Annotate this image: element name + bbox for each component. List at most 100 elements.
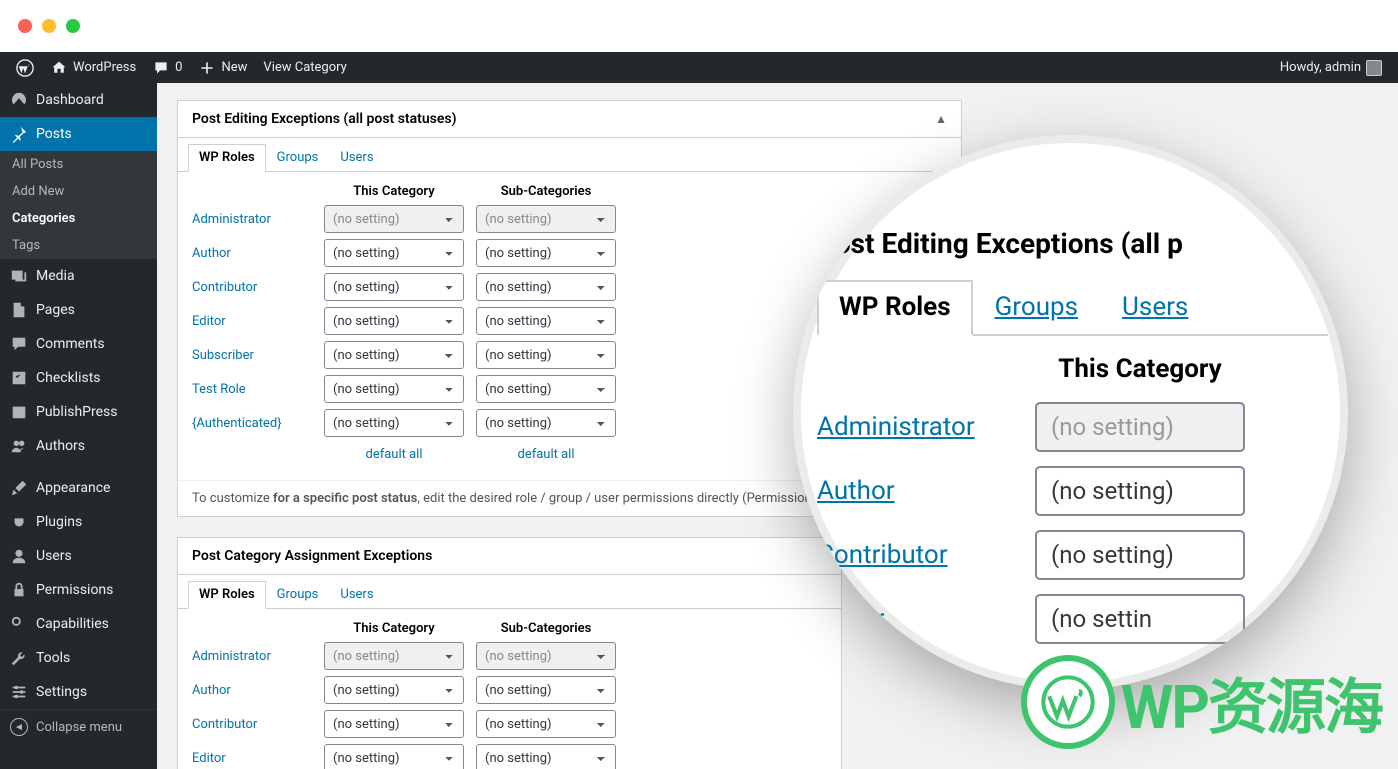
role-link-authenticated[interactable]: {Authenticated} [192, 416, 312, 431]
maximize-window-button[interactable] [66, 19, 80, 33]
submenu-all-posts[interactable]: All Posts [0, 151, 157, 178]
role-link-administrator[interactable]: Administrator [192, 649, 312, 664]
comments-count: 0 [175, 60, 182, 75]
select-this-category[interactable]: (no setting) [324, 375, 464, 403]
select-this-category[interactable]: (no setting) [324, 642, 464, 670]
select-this-category[interactable]: (no setting) [324, 409, 464, 437]
select-sub-categories[interactable]: (no setting) [476, 375, 616, 403]
panel-title: Post Editing Exceptions (all post status… [192, 111, 457, 127]
role-link-subscriber[interactable]: Subscriber [192, 348, 312, 363]
select-sub-categories[interactable]: (no setting) [476, 676, 616, 704]
panel-title: Post Category Assignment Exceptions [192, 548, 432, 564]
sidebar-label: Comments [36, 336, 105, 352]
watermark: WP资源海 [1021, 655, 1382, 749]
tab-wp-roles[interactable]: WP Roles [188, 144, 266, 172]
sidebar-item-authors[interactable]: Authors [0, 429, 157, 463]
sidebar-item-capabilities[interactable]: Capabilities [0, 607, 157, 641]
sidebar-item-settings[interactable]: Settings [0, 675, 157, 709]
sidebar-item-plugins[interactable]: Plugins [0, 505, 157, 539]
user-icon [10, 547, 28, 565]
default-all-sub-categories[interactable]: default all [517, 447, 574, 462]
submenu-categories[interactable]: Categories [0, 205, 157, 232]
role-link-contributor[interactable]: Contributor [192, 280, 312, 295]
collapse-label: Collapse menu [36, 720, 122, 735]
sliders-icon [10, 683, 28, 701]
select-sub-categories[interactable]: (no setting) [476, 710, 616, 738]
select-sub-categories[interactable]: (no setting) [476, 409, 616, 437]
role-link-editor[interactable]: Editor [192, 751, 312, 766]
select-sub-categories[interactable]: (no setting) [476, 273, 616, 301]
default-all-this-category[interactable]: default all [365, 447, 422, 462]
view-category-label: View Category [263, 60, 346, 75]
sidebar-label: Plugins [36, 514, 82, 530]
tab-users[interactable]: Users [329, 144, 384, 171]
minimize-window-button[interactable] [42, 19, 56, 33]
sidebar-item-users[interactable]: Users [0, 539, 157, 573]
sidebar-item-pages[interactable]: Pages [0, 293, 157, 327]
select-this-category[interactable]: (no setting) [324, 744, 464, 769]
select-this-category[interactable]: (no setting) [324, 273, 464, 301]
sidebar-item-appearance[interactable]: Appearance [0, 471, 157, 505]
select-this-category[interactable]: (no setting) [324, 341, 464, 369]
submenu-add-new[interactable]: Add New [0, 178, 157, 205]
select-sub-categories[interactable]: (no setting) [476, 744, 616, 769]
submenu-tags[interactable]: Tags [0, 232, 157, 259]
tab-groups[interactable]: Groups [266, 581, 330, 608]
close-window-button[interactable] [18, 19, 32, 33]
comment-icon [152, 59, 170, 77]
plug-icon [10, 513, 28, 531]
select-sub-categories[interactable]: (no setting) [476, 205, 616, 233]
role-link-administrator[interactable]: Administrator [192, 212, 312, 227]
select-this-category[interactable]: (no setting) [324, 239, 464, 267]
panel-header: Post Editing Exceptions (all post status… [178, 101, 961, 138]
table-row: Author (no setting) (no setting) [192, 239, 947, 267]
sidebar-item-dashboard[interactable]: Dashboard [0, 83, 157, 117]
role-link-test-role[interactable]: Test Role [192, 382, 312, 397]
select-this-category[interactable]: (no setting) [324, 710, 464, 738]
collapse-menu-button[interactable]: ◄ Collapse menu [0, 709, 157, 744]
sidebar-item-publishpress[interactable]: PublishPress [0, 395, 157, 429]
select-sub-categories[interactable]: (no setting) [476, 307, 616, 335]
post-category-assignment-exceptions-panel: Post Category Assignment Exceptions WP R… [177, 537, 842, 769]
tab-users[interactable]: Users [329, 581, 384, 608]
comments-link[interactable]: 0 [144, 52, 190, 83]
sidebar-item-posts[interactable]: Posts [0, 117, 157, 151]
sidebar-item-checklists[interactable]: Checklists [0, 361, 157, 395]
comment-icon [10, 335, 28, 353]
select-this-category[interactable]: (no setting) [324, 676, 464, 704]
panel-toggle-button[interactable]: ▲ [935, 112, 947, 126]
user-account-link[interactable]: Howdy, admin [1272, 52, 1390, 83]
view-category-link[interactable]: View Category [255, 52, 354, 83]
sidebar-item-media[interactable]: Media [0, 259, 157, 293]
select-sub-categories[interactable]: (no setting) [476, 642, 616, 670]
sidebar-label: Checklists [36, 370, 101, 386]
panel-header: Post Category Assignment Exceptions [178, 538, 841, 575]
watermark-text: WP资源海 [1121, 659, 1382, 746]
site-home-link[interactable]: WordPress [42, 52, 144, 83]
posts-submenu: All Posts Add New Categories Tags [0, 151, 157, 259]
role-link-editor[interactable]: Editor [192, 314, 312, 329]
new-content-link[interactable]: New [190, 52, 255, 83]
calendar-icon [10, 403, 28, 421]
wp-logo[interactable] [8, 52, 42, 83]
sidebar-item-tools[interactable]: Tools [0, 641, 157, 675]
sidebar-label: Capabilities [36, 616, 109, 632]
role-link-author[interactable]: Author [192, 683, 312, 698]
role-link-contributor[interactable]: Contributor [192, 717, 312, 732]
sidebar-item-comments[interactable]: Comments [0, 327, 157, 361]
column-this-category: This Category [324, 184, 464, 199]
select-sub-categories[interactable]: (no setting) [476, 341, 616, 369]
select-this-category[interactable]: (no setting) [324, 307, 464, 335]
admin-bar: WordPress 0 New View Category Howdy, adm… [0, 52, 1398, 83]
select-this-category[interactable]: (no setting) [324, 205, 464, 233]
role-link-author[interactable]: Author [192, 246, 312, 261]
table-row: Editor (no setting) (no setting) [192, 307, 947, 335]
admin-sidebar: Dashboard Posts All Posts Add New Catego… [0, 83, 157, 769]
table-row: Administrator (no setting) (no setting) [192, 642, 827, 670]
tab-wp-roles[interactable]: WP Roles [188, 581, 266, 609]
select-sub-categories[interactable]: (no setting) [476, 239, 616, 267]
sidebar-item-permissions[interactable]: Permissions [0, 573, 157, 607]
dashboard-icon [10, 91, 28, 109]
sidebar-label: Users [36, 548, 72, 564]
tab-groups[interactable]: Groups [266, 144, 330, 171]
